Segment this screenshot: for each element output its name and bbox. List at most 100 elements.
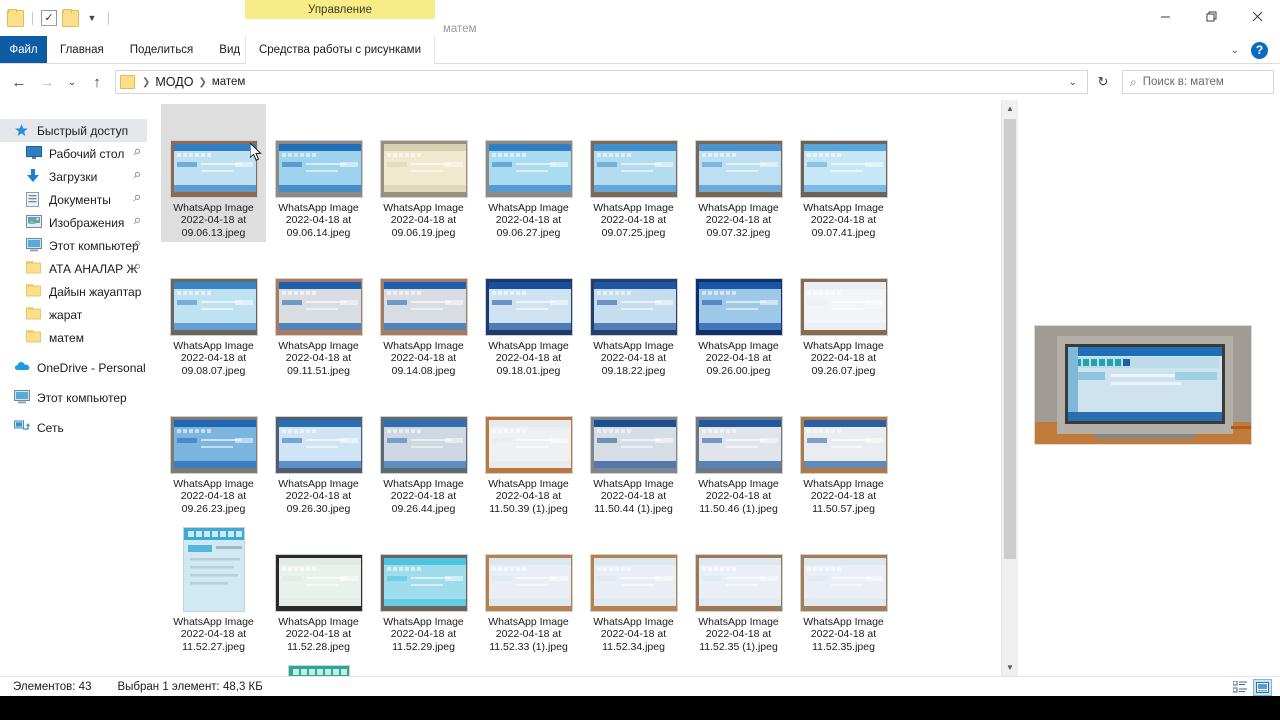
sidebar-item-3[interactable]: Документы ⚲ bbox=[0, 188, 147, 211]
file-tile[interactable]: WhatsApp Image 2022-04-18 at 09.26.07.jp… bbox=[791, 242, 896, 380]
file-name-label: WhatsApp Image 2022-04-18 at 09.06.13.jp… bbox=[173, 201, 254, 239]
file-tile[interactable]: WhatsApp Image 2022-04-18 at 11.52.27.jp… bbox=[161, 518, 266, 656]
minimize-button[interactable] bbox=[1142, 0, 1188, 32]
back-button[interactable]: ← bbox=[6, 69, 32, 95]
pin-icon[interactable]: ⚲ bbox=[130, 192, 143, 204]
tab-home[interactable]: Главная bbox=[47, 36, 117, 63]
file-tile[interactable]: WhatsApp Image 2022-04-18 at 11.52.36.jp… bbox=[161, 656, 266, 676]
sidebar-item-4[interactable]: Изображения ⚲ bbox=[0, 211, 147, 234]
file-thumbnail bbox=[692, 520, 785, 612]
file-list-view[interactable]: WhatsApp Image 2022-04-18 at 09.06.13.jp… bbox=[147, 100, 1018, 676]
sidebar-item-0[interactable]: Быстрый доступ bbox=[0, 119, 147, 142]
thumbnail-image bbox=[799, 415, 888, 474]
file-name-label: WhatsApp Image 2022-04-18 at 09.26.44.jp… bbox=[383, 477, 464, 515]
file-tile[interactable]: WhatsApp Image 2022-04-18 at 09.06.14.jp… bbox=[266, 104, 371, 242]
pin-icon[interactable]: ⚲ bbox=[130, 169, 143, 181]
file-tile[interactable]: WhatsApp Image 2022-04-18 at 09.06.13.jp… bbox=[161, 104, 266, 242]
pin-icon[interactable]: ⚲ bbox=[130, 146, 143, 158]
breadcrumb[interactable]: ❯ МОДО ❯ матем ⌄ bbox=[115, 70, 1088, 94]
maximize-button[interactable] bbox=[1188, 0, 1234, 32]
sidebar-item-11[interactable]: Этот компьютер bbox=[0, 386, 147, 409]
large-icons-view-button[interactable] bbox=[1253, 678, 1272, 696]
forward-button[interactable]: → bbox=[34, 69, 60, 95]
file-name-label: WhatsApp Image 2022-04-18 at 09.08.07.jp… bbox=[173, 339, 254, 377]
file-thumbnail bbox=[167, 402, 260, 474]
file-tile[interactable]: WhatsApp Image 2022-04-18 at 11.52.48.jp… bbox=[476, 656, 581, 676]
file-thumbnail bbox=[377, 658, 470, 676]
sidebar-item-2[interactable]: Загрузки ⚲ bbox=[0, 165, 147, 188]
scroll-down-button[interactable]: ▼ bbox=[1002, 659, 1018, 676]
file-tile[interactable]: WhatsApp Image 2022-04-18 at 09.06.19.jp… bbox=[371, 104, 476, 242]
scroll-up-button[interactable]: ▲ bbox=[1002, 100, 1018, 117]
thumbnail-image bbox=[274, 139, 363, 198]
sidebar-item-10[interactable]: OneDrive - Personal bbox=[0, 356, 147, 379]
recent-locations-icon[interactable]: ⌄ bbox=[62, 69, 82, 95]
scrollbar-thumb[interactable] bbox=[1004, 119, 1016, 559]
sidebar-item-9[interactable]: матем bbox=[0, 326, 147, 349]
file-tile[interactable]: WhatsApp Image 2022-04-18 at 11.52.41.jp… bbox=[371, 656, 476, 676]
thumbnail-image bbox=[589, 277, 678, 336]
file-tile[interactable]: WhatsApp Image 2022-04-18 at 09.18.01.jp… bbox=[476, 242, 581, 380]
file-tile[interactable]: WhatsApp Image 2022-04-18 at 09.06.27.jp… bbox=[476, 104, 581, 242]
file-tile[interactable]: WhatsApp Image 2022-04-18 at 11.52.34.jp… bbox=[581, 518, 686, 656]
file-tile[interactable]: WhatsApp Image 2022-04-18 at 09.26.30.jp… bbox=[266, 380, 371, 518]
vertical-scrollbar[interactable]: ▲ ▼ bbox=[1001, 100, 1018, 676]
pin-icon[interactable]: ⚲ bbox=[130, 215, 143, 227]
file-thumbnail bbox=[482, 520, 575, 612]
breadcrumb-item-matem[interactable]: матем bbox=[212, 76, 246, 88]
tab-share[interactable]: Поделиться bbox=[117, 36, 207, 63]
file-thumbnail bbox=[587, 126, 680, 198]
search-input[interactable]: Поиск в: матем bbox=[1143, 76, 1224, 88]
sidebar-item-1[interactable]: Рабочий стол ⚲ bbox=[0, 142, 147, 165]
sidebar-item-8[interactable]: жарат bbox=[0, 303, 147, 326]
file-tile[interactable]: WhatsApp Image 2022-04-18 at 09.07.25.jp… bbox=[581, 104, 686, 242]
file-tile[interactable]: WhatsApp Image 2022-04-18 at 09.07.41.jp… bbox=[791, 104, 896, 242]
refresh-button[interactable]: ↻ bbox=[1090, 70, 1116, 94]
details-view-button[interactable] bbox=[1230, 679, 1249, 696]
file-thumbnail bbox=[797, 264, 890, 336]
file-name-label: WhatsApp Image 2022-04-18 at 09.07.25.jp… bbox=[593, 201, 674, 239]
file-tile[interactable]: WhatsApp Image 2022-04-18 at 11.50.46 (1… bbox=[686, 380, 791, 518]
file-name-label: WhatsApp Image 2022-04-18 at 11.52.34.jp… bbox=[593, 615, 674, 653]
up-button[interactable]: ↑ bbox=[84, 69, 110, 95]
file-tile[interactable]: WhatsApp Image 2022-04-18 at 11.52.35.jp… bbox=[791, 518, 896, 656]
new-folder-icon[interactable] bbox=[62, 8, 79, 27]
ribbon-tabs: Файл Главная Поделиться Вид Средства раб… bbox=[0, 36, 1280, 64]
file-tile[interactable]: WhatsApp Image 2022-04-18 at 09.18.22.jp… bbox=[581, 242, 686, 380]
sidebar-item-12[interactable]: Сеть bbox=[0, 416, 147, 439]
file-tile[interactable]: WhatsApp Image 2022-04-18 at 11.52.33 (1… bbox=[476, 518, 581, 656]
breadcrumb-item-modo[interactable]: МОДО bbox=[155, 75, 193, 89]
sidebar-item-7[interactable]: Дайын жауаптар bbox=[0, 280, 147, 303]
chevron-down-icon[interactable]: ⌄ bbox=[1227, 45, 1243, 56]
file-tile[interactable]: WhatsApp Image 2022-04-18 at 11.52.29.jp… bbox=[371, 518, 476, 656]
file-tile[interactable]: WhatsApp Image 2022-04-18 at 11.52.35 (1… bbox=[686, 518, 791, 656]
customize-caret-icon[interactable]: ▼ bbox=[84, 10, 100, 26]
help-icon[interactable]: ? bbox=[1251, 41, 1268, 59]
taskbar-strip bbox=[0, 696, 1280, 720]
file-tile[interactable]: WhatsApp Image 2022-04-18 at 09.26.23.jp… bbox=[161, 380, 266, 518]
file-thumbnail bbox=[272, 126, 365, 198]
file-tile[interactable]: WhatsApp Image 2022-04-18 at 11.50.39 (1… bbox=[476, 380, 581, 518]
tab-picture-tools[interactable]: Средства работы с рисунками bbox=[245, 36, 435, 64]
file-tile[interactable]: WhatsApp Image 2022-04-18 at 11.50.44 (1… bbox=[581, 380, 686, 518]
file-tile[interactable]: WhatsApp Image 2022-04-18 at 09.08.07.jp… bbox=[161, 242, 266, 380]
navigation-pane[interactable]: Быстрый доступ Рабочий стол ⚲ Загрузки ⚲ Доку… bbox=[0, 100, 147, 676]
file-tile[interactable]: WhatsApp Image 2022-04-18 at 09.26.44.jp… bbox=[371, 380, 476, 518]
file-tile[interactable]: WhatsApp Image 2022-04-18 at 09.26.00.jp… bbox=[686, 242, 791, 380]
file-tile[interactable]: WhatsApp Image 2022-04-18 at 09.11.51.jp… bbox=[266, 242, 371, 380]
properties-icon[interactable]: ✓ bbox=[41, 10, 57, 26]
file-thumbnail bbox=[692, 126, 785, 198]
breadcrumb-dropdown-icon[interactable]: ⌄ bbox=[1063, 77, 1083, 88]
close-button[interactable] bbox=[1234, 0, 1280, 32]
sidebar-item-6[interactable]: АТА АНАЛАР Ж ⚲ bbox=[0, 257, 147, 280]
file-name-label: WhatsApp Image 2022-04-18 at 09.06.14.jp… bbox=[278, 201, 359, 239]
folder-icon[interactable] bbox=[7, 8, 24, 27]
file-tile[interactable]: WhatsApp Image 2022-04-18 at 09.07.32.jp… bbox=[686, 104, 791, 242]
search-box[interactable]: ⌕ Поиск в: матем bbox=[1122, 70, 1274, 94]
file-tile[interactable]: WhatsApp Image 2022-04-18 at 11.52.28.jp… bbox=[266, 518, 371, 656]
tab-file[interactable]: Файл bbox=[0, 36, 47, 63]
file-tile[interactable]: WhatsApp Image 2022-04-18 at 11.52.40 (1… bbox=[266, 656, 371, 676]
sidebar-item-5[interactable]: Этот компьютер ⚲ bbox=[0, 234, 147, 257]
file-tile[interactable]: WhatsApp Image 2022-04-18 at 09.14.08.jp… bbox=[371, 242, 476, 380]
file-tile[interactable]: WhatsApp Image 2022-04-18 at 11.50.57.jp… bbox=[791, 380, 896, 518]
